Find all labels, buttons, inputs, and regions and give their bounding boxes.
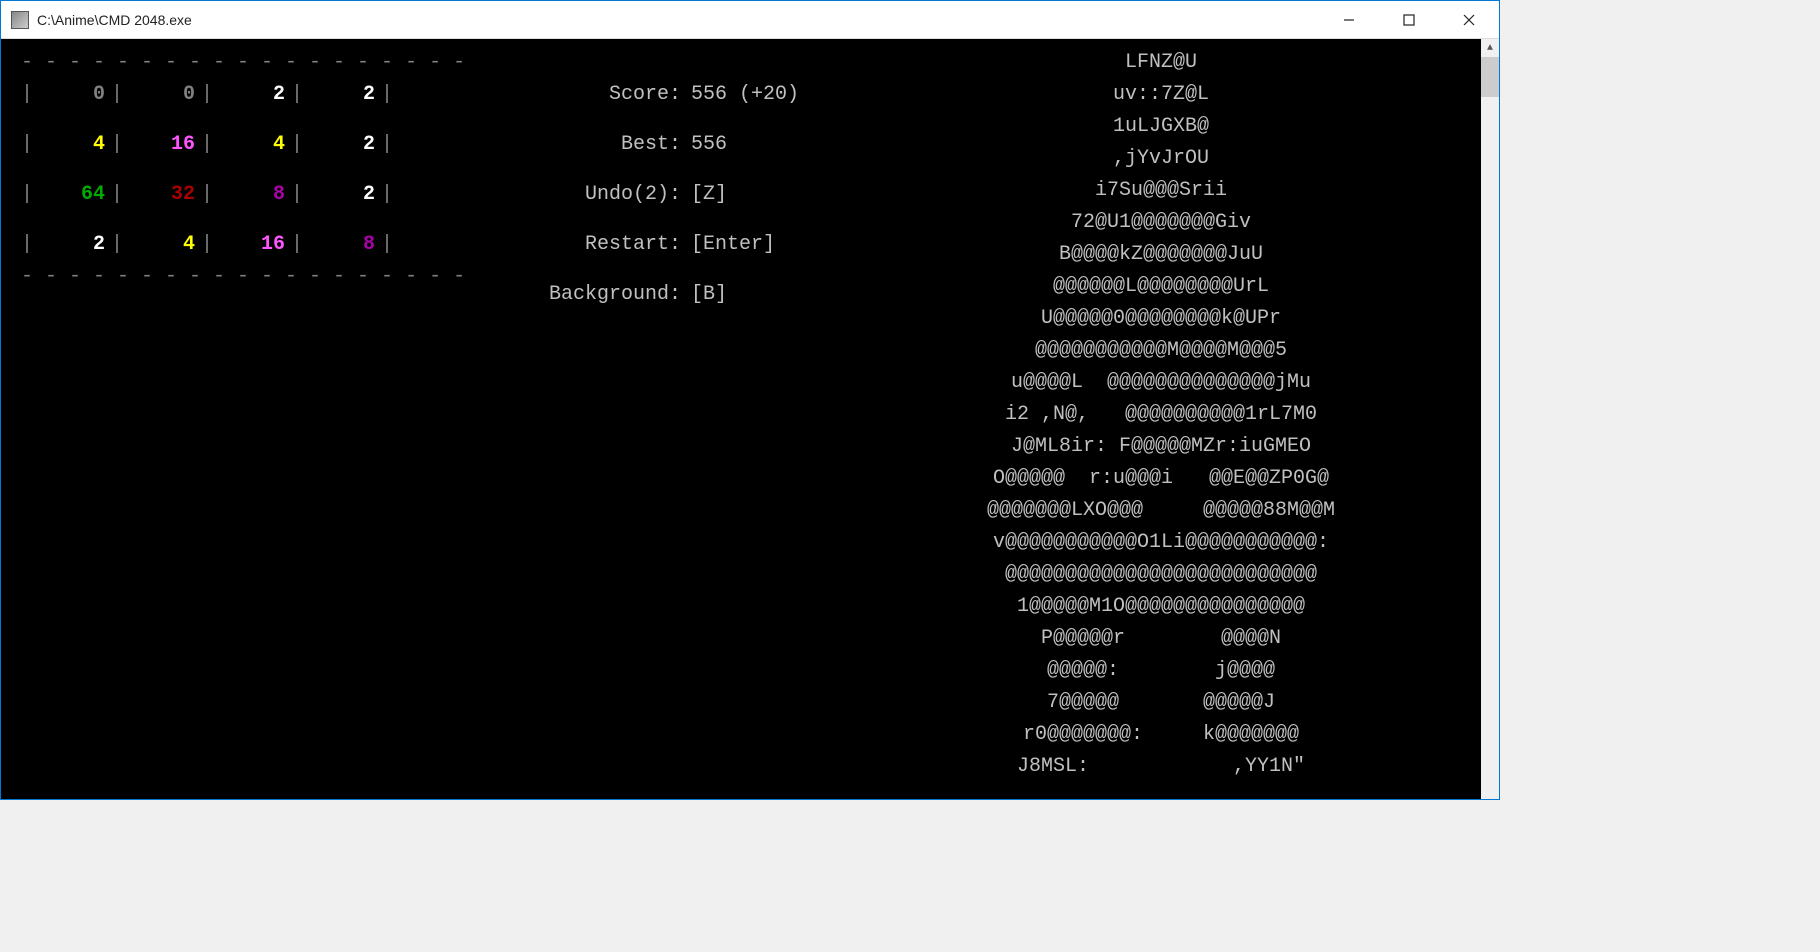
background-row: Background: [B] [501,279,861,311]
best-row: Best: 556 [501,129,861,161]
maximize-button[interactable] [1379,1,1439,38]
ascii-art-region: LFNZ@U uv::7Z@L 1uLJGXB@ ,jYvJrOU i7Su@@… [861,47,1461,791]
window-title: C:\Anime\CMD 2048.exe [37,12,192,28]
restart-label: Restart: [501,229,681,261]
cell-0-0: 0| [33,79,123,111]
close-button[interactable] [1439,1,1499,38]
cell-0-2: 2| [213,79,303,111]
window-controls [1319,1,1499,38]
cell-3-1: 4| [123,229,213,261]
grid-row-0: | 0| 0| 2| 2| [21,79,501,111]
scroll-up-icon[interactable]: ▲ [1481,39,1499,57]
cell-3-0: 2| [33,229,123,261]
restart-key: [Enter] [681,229,775,261]
cell-3-2: 16| [213,229,303,261]
grid-row-1: | 4| 16| 4| 2| [21,129,501,161]
app-icon [11,11,29,29]
grid-row-2: | 64| 32| 8| 2| [21,179,501,211]
title-left: C:\Anime\CMD 2048.exe [1,11,192,29]
cell-2-1: 32| [123,179,213,211]
score-row: Score: 556 (+20) [501,79,861,111]
grid-bottom-border: - - - - - - - - - - - - - - - - - - - [21,261,501,293]
background-key: [B] [681,279,727,311]
best-label: Best: [501,129,681,161]
window-frame: C:\Anime\CMD 2048.exe - - - - - - - - - … [0,0,1500,800]
cell-1-2: 4| [213,129,303,161]
cell-2-2: 8| [213,179,303,211]
cell-2-0: 64| [33,179,123,211]
undo-key: [Z] [681,179,727,211]
cell-0-3: 2| [303,79,393,111]
cell-1-1: 16| [123,129,213,161]
console-content: - - - - - - - - - - - - - - - - - - - | … [1,39,1481,799]
undo-label: Undo(2): [501,179,681,211]
scroll-thumb[interactable] [1481,57,1499,97]
scrollbar[interactable]: ▲ [1481,39,1499,799]
cell-1-0: 4| [33,129,123,161]
cell-0-1: 0| [123,79,213,111]
background-label: Background: [501,279,681,311]
restart-row: Restart: [Enter] [501,229,861,261]
grid-top-border: - - - - - - - - - - - - - - - - - - - [21,47,501,79]
undo-row: Undo(2): [Z] [501,179,861,211]
titlebar[interactable]: C:\Anime\CMD 2048.exe [1,1,1499,39]
cell-3-3: 8| [303,229,393,261]
score-label: Score: [501,79,681,111]
info-region: Score: 556 (+20) Best: 556 Undo(2): [Z] … [501,47,861,791]
game-grid-region: - - - - - - - - - - - - - - - - - - - | … [21,47,501,791]
cell-1-3: 2| [303,129,393,161]
console-body: - - - - - - - - - - - - - - - - - - - | … [1,39,1499,799]
score-value: 556 (+20) [681,79,799,111]
cell-2-3: 2| [303,179,393,211]
grid-row-3: | 2| 4| 16| 8| [21,229,501,261]
best-value: 556 [681,129,727,161]
minimize-button[interactable] [1319,1,1379,38]
